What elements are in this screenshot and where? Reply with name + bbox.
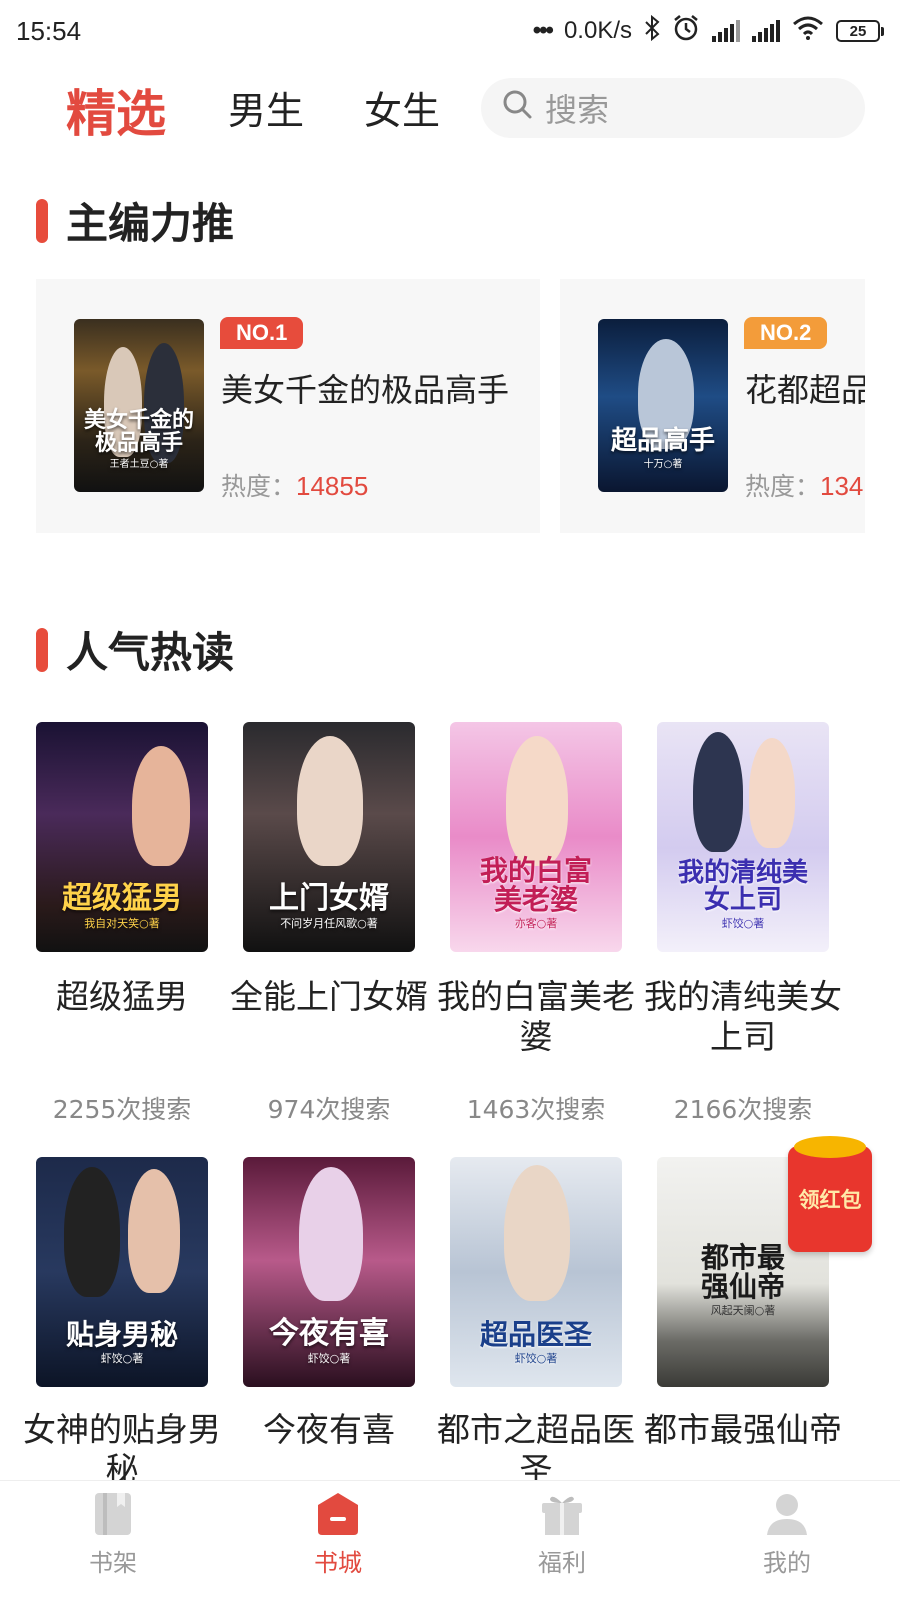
- book-cover[interactable]: 超品医圣 虾饺○著: [450, 1157, 622, 1387]
- book-cover[interactable]: 今夜有喜 虾饺○著: [243, 1157, 415, 1387]
- editor-picks-carousel[interactable]: 美女千金的极品高手 王者土豆○著 NO.1 美女千金的极品高手 热度：14855…: [36, 279, 865, 533]
- book-cover[interactable]: 美女千金的极品高手 王者土豆○著: [74, 319, 204, 492]
- battery-icon: 25: [836, 20, 884, 42]
- search-count: 1463次搜索: [466, 1095, 606, 1124]
- nav-item-bookstore[interactable]: 书城: [278, 1491, 398, 1578]
- bookshelf-icon: [91, 1491, 135, 1537]
- alarm-icon: [672, 14, 700, 49]
- status-bar: 15:54 ••• 0.0K/s 25: [0, 0, 900, 62]
- heat-info: 热度：14855: [221, 471, 369, 501]
- heat-info: 热度：134: [745, 471, 864, 501]
- book-title[interactable]: 花都超品高手: [745, 365, 865, 411]
- section-accent-bar: [36, 627, 48, 672]
- tab-male[interactable]: 男生: [228, 80, 304, 135]
- heat-value: 134: [820, 471, 864, 501]
- recommend-card[interactable]: 超品高手 十万○著 NO.2 花都超品高手 热度：134: [560, 279, 865, 533]
- section-title-editor-picks: 主编力推: [36, 190, 234, 251]
- search-input[interactable]: 搜索: [481, 78, 865, 138]
- hd-signal-icon: [712, 20, 740, 42]
- search-count: 2166次搜索: [673, 1095, 813, 1124]
- book-cover[interactable]: 上门女婿 不问岁月任风歌○著: [243, 722, 415, 952]
- more-dots-icon: •••: [532, 17, 554, 44]
- book-title[interactable]: 美女千金的极品高手: [221, 365, 509, 411]
- book-title[interactable]: 全能上门女婿: [218, 977, 440, 1017]
- network-speed: 0.0K/s: [563, 17, 632, 44]
- book-cover[interactable]: 超品高手 十万○著: [598, 319, 728, 492]
- rank-badge: NO.1: [220, 317, 304, 349]
- top-nav: 精选 男生 女生 搜索: [0, 68, 900, 158]
- bluetooth-icon: [644, 14, 660, 48]
- status-time: 15:54: [16, 15, 82, 46]
- signal-icon: [752, 20, 780, 42]
- user-icon: [765, 1491, 809, 1537]
- heat-value: 14855: [296, 471, 369, 501]
- search-count: 2255次搜索: [52, 1095, 192, 1124]
- search-icon: [501, 88, 533, 128]
- status-icons: ••• 0.0K/s 25: [533, 14, 884, 49]
- nav-item-welfare[interactable]: 福利: [502, 1491, 622, 1578]
- section-accent-bar: [36, 198, 48, 243]
- book-title[interactable]: 今夜有喜: [218, 1410, 440, 1490]
- red-packet-button[interactable]: 领红包: [788, 1136, 872, 1252]
- book-cover[interactable]: 贴身男秘 虾饺○著: [36, 1157, 208, 1387]
- tab-featured[interactable]: 精选: [66, 74, 166, 146]
- nav-item-bookshelf[interactable]: 书架: [53, 1491, 173, 1578]
- section-title-popular: 人气热读: [36, 619, 234, 680]
- book-title[interactable]: 都市之超品医圣: [425, 1410, 647, 1490]
- search-count: 974次搜索: [267, 1095, 391, 1124]
- book-title[interactable]: 都市最强仙帝: [632, 1410, 854, 1490]
- book-cover[interactable]: 我的白富美老婆 亦客○著: [450, 722, 622, 952]
- book-title[interactable]: 超级猛男: [11, 977, 233, 1017]
- book-cover[interactable]: 我的清纯美女上司 虾饺○著: [657, 722, 829, 952]
- bookstore-icon: [316, 1491, 360, 1537]
- rank-badge: NO.2: [744, 317, 828, 349]
- wifi-icon: [792, 16, 824, 47]
- gift-icon: [540, 1491, 584, 1537]
- tab-female[interactable]: 女生: [364, 80, 440, 135]
- book-cover[interactable]: 超级猛男 我自对天笑○著: [36, 722, 208, 952]
- recommend-card[interactable]: 美女千金的极品高手 王者土豆○著 NO.1 美女千金的极品高手 热度：14855: [36, 279, 540, 533]
- bottom-nav: 书架 书城 福利 我的: [0, 1480, 900, 1600]
- book-title[interactable]: 我的白富美老婆: [425, 977, 647, 1057]
- search-placeholder: 搜索: [545, 91, 610, 129]
- book-title[interactable]: 我的清纯美女上司: [632, 977, 854, 1057]
- book-title[interactable]: 女神的贴身男秘: [11, 1410, 233, 1490]
- nav-item-me[interactable]: 我的: [727, 1491, 847, 1578]
